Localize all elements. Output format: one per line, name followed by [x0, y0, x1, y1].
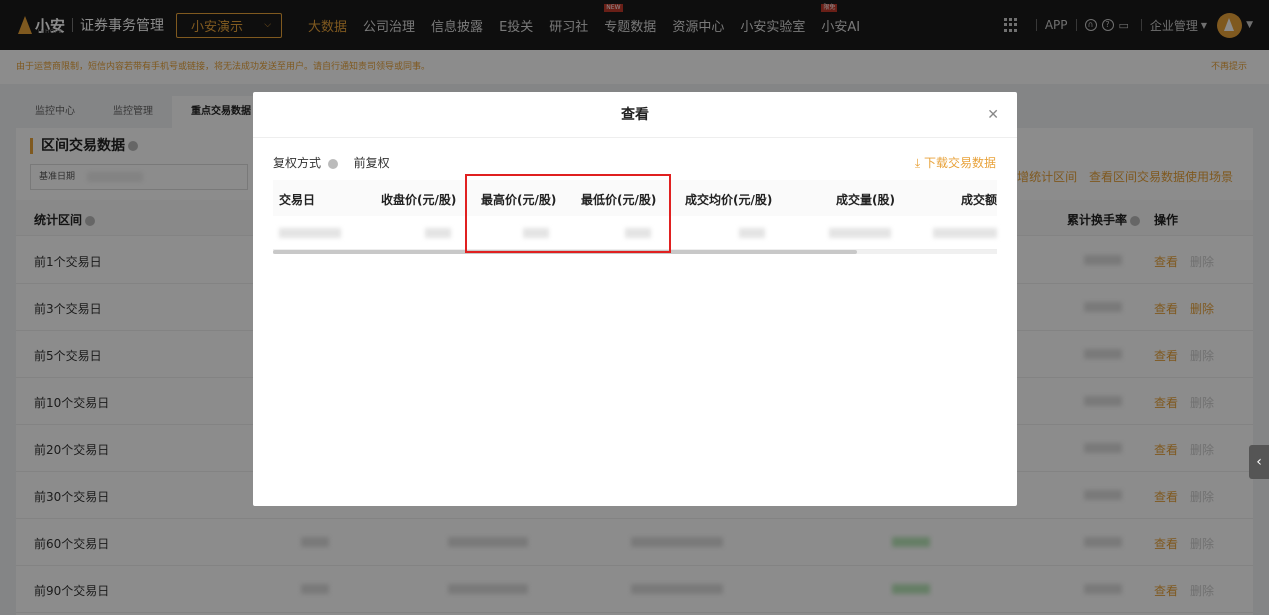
chevron-left-icon[interactable]: ‹ [1249, 445, 1269, 479]
adjust-method: 复权方式 前复权 [273, 154, 390, 171]
column-volume: 成交量(股) [836, 193, 895, 207]
modal-header: 查看 ✕ [253, 92, 1017, 138]
blurred-cell [739, 228, 765, 238]
blurred-cell [279, 228, 341, 238]
column-trade-date: 交易日 [279, 193, 316, 207]
view-modal: 查看 ✕ 复权方式 前复权 ⤓ 下载交易数据 交易日 收盘价(元/股) 最高价(… [253, 92, 1017, 506]
download-icon: ⤓ [914, 156, 921, 170]
highlight-box [465, 174, 671, 253]
blurred-cell [425, 228, 451, 238]
download-label: 下载交易数据 [923, 156, 996, 170]
blurred-cell [829, 228, 891, 238]
modal-title: 查看 [621, 107, 649, 123]
blurred-cell [933, 228, 997, 238]
adjust-label: 复权方式 [273, 156, 322, 170]
close-icon[interactable]: ✕ [987, 92, 999, 138]
column-avg: 成交均价(元/股) [685, 193, 773, 207]
column-amount: 成交额 [961, 193, 998, 207]
help-icon[interactable] [327, 158, 338, 169]
download-button[interactable]: ⤓ 下载交易数据 [915, 154, 996, 171]
column-close: 收盘价(元/股) [381, 193, 457, 207]
adjust-value[interactable]: 前复权 [354, 156, 390, 170]
